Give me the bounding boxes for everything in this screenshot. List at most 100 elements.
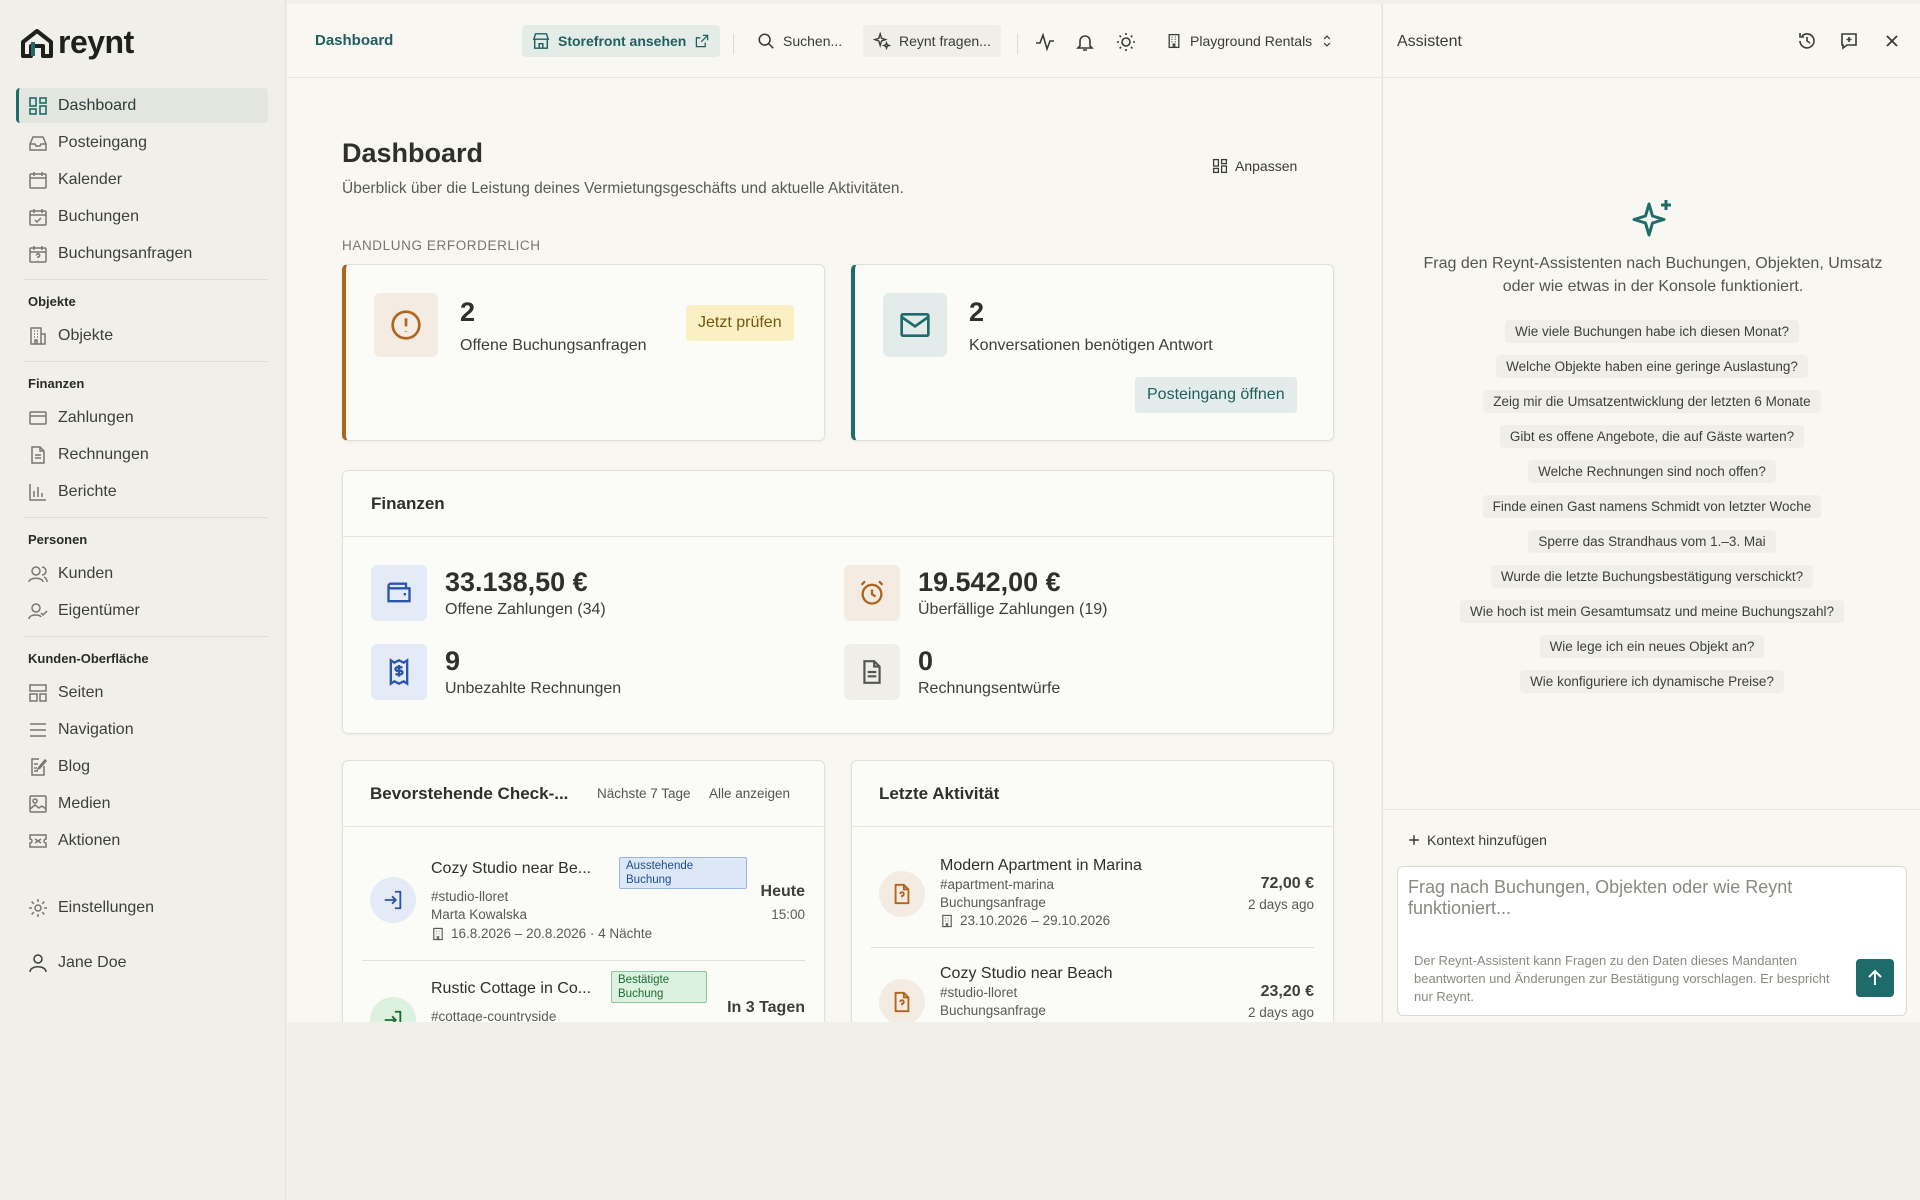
suggestion-chip[interactable]: Sperre das Strandhaus vom 1.–3. Mai [1528,530,1776,553]
customize-label: Anpassen [1235,158,1298,174]
sidebar-item-bookings[interactable]: Buchungen [16,199,268,234]
sidebar-item-navigation[interactable]: Navigation [16,712,268,747]
gear-icon [29,898,47,917]
dashboard-grid-icon [29,96,47,115]
divider [24,279,268,280]
stay-dates: 23.10.2026 – 29.10.2026 [960,913,1111,928]
checkin-icon-box [370,877,416,923]
show-all-link[interactable]: Alle anzeigen [709,786,790,801]
sidebar-item-booking-requests[interactable]: Buchungsanfragen [16,236,268,271]
checkin-row[interactable]: Cozy Studio near Be... #studio-lloret Ma… [362,857,805,967]
nav-section-surface: Kunden-Oberfläche [28,650,149,666]
sparkle-icon [1632,200,1671,237]
sidebar-item-promotions[interactable]: Aktionen [16,823,268,858]
sun-icon[interactable] [1116,32,1136,52]
sidebar-item-calendar[interactable]: Kalender [16,162,268,197]
assistant-input[interactable] [1408,877,1828,933]
suggestion-chip[interactable]: Wie hoch ist mein Gesamtumsatz und meine… [1460,600,1844,623]
sidebar-item-owners[interactable]: Eigentümer [16,593,268,628]
file-question-icon [894,883,910,905]
suggestion-chip[interactable]: Wurde die letzte Buchungsbestätigung ver… [1490,565,1814,588]
plus-icon [1409,835,1419,845]
stay-dates: 16.8.2026 – 20.8.2026 · 4 Nächte [451,926,653,941]
sidebar-item-label: Dashboard [58,96,137,114]
sidebar-item-reports[interactable]: Berichte [16,474,268,509]
suggestion-chip[interactable]: Gibt es offene Angebote, die auf Gäste w… [1499,425,1805,448]
assistant-disclaimer: Der Reynt-Assistent kann Fragen zu den D… [1414,953,1830,1004]
nav-section-objects: Objekte [28,293,76,309]
history-icon[interactable] [1797,31,1817,51]
divider [24,361,268,362]
ask-reynt-button[interactable]: Reynt fragen... [863,25,1001,57]
sidebar-item-label: Aktionen [58,831,121,849]
divider [852,826,1333,827]
sidebar-item-invoices[interactable]: Rechnungen [16,437,268,472]
tenant-switcher[interactable]: Playground Rentals [1156,25,1344,57]
menu-icon [30,722,46,737]
layout-grid-icon [1212,158,1228,174]
suggestion-chip[interactable]: Welche Objekte haben eine geringe Auslas… [1496,355,1808,378]
storefront-label: Storefront ansehen [558,33,687,49]
sidebar-item-label: Navigation [58,720,134,738]
new-chat-icon[interactable] [1839,31,1859,51]
activity-type: Buchungsanfrage [940,895,1046,910]
activity-row[interactable]: Cozy Studio near Beach #studio-lloret Bu… [871,965,1314,1022]
close-icon[interactable] [1882,31,1902,51]
open-inbox-button[interactable]: Posteingang öffnen [1135,377,1297,413]
calendar-check-icon [29,208,47,226]
breadcrumb[interactable]: Dashboard [315,32,393,49]
bell-icon[interactable] [1075,32,1095,52]
search-button[interactable]: Suchen... [747,25,852,57]
nav-section-people: Personen [28,531,88,547]
send-button[interactable] [1856,959,1894,997]
sidebar-item-inbox[interactable]: Posteingang [16,125,268,160]
suggestion-chip[interactable]: Wie lege ich ein neues Objekt an? [1539,635,1765,658]
sidebar-item-payments[interactable]: Zahlungen [16,400,268,435]
sidebar-item-pages[interactable]: Seiten [16,675,268,710]
row-divider [871,947,1314,948]
alert-label: Offene Buchungsanfragen [460,337,647,354]
add-context-button[interactable]: Kontext hinzufügen [1407,832,1547,848]
login-arrow-icon [384,890,402,910]
review-now-button[interactable]: Jetzt prüfen [686,305,794,341]
storefront-button[interactable]: Storefront ansehen [522,25,721,57]
sidebar-nav: Dashboard Posteingang Kalender Buchungen… [16,88,268,982]
suggestion-chip[interactable]: Welche Rechnungen sind noch offen? [1528,460,1776,483]
checkin-row[interactable]: Rustic Cottage in Co... #cottage-country… [362,971,805,1022]
activity-icon[interactable] [1035,32,1055,52]
sidebar-item-blog[interactable]: Blog [16,749,268,784]
sidebar-item-label: Berichte [58,482,117,500]
assistant-title: Assistent [1397,33,1462,50]
divider [733,34,734,54]
reynt-logo[interactable]: reynt [20,24,134,61]
activity-row[interactable]: Modern Apartment in Marina #apartment-ma… [871,857,1314,957]
sidebar-item-label: Kunden [58,564,114,582]
suggestion-chip[interactable]: Zeig mir die Umsatzentwicklung der letzt… [1483,390,1821,413]
checkin-icon-box [370,997,416,1022]
finance-card-title: Finanzen [343,471,1333,537]
suggestion-item: Wie viele Buchungen habe ich diesen Mona… [1383,320,1920,343]
alert-count: 2 [969,297,985,327]
suggestion-chip[interactable]: Wie konfiguriere ich dynamische Preise? [1520,670,1784,693]
finance-value: 33.138,50 € [445,567,588,597]
alarm-clock-icon [860,580,884,605]
calendar-icon [29,171,47,189]
suggestion-chip[interactable]: Wie viele Buchungen habe ich diesen Mona… [1505,320,1799,343]
icon-box [844,565,900,621]
sidebar-item-settings[interactable]: Einstellungen [16,890,268,925]
sidebar: reynt Dashboard Posteingang Kalender Buc… [0,0,286,1200]
sidebar-item-customers[interactable]: Kunden [16,556,268,591]
nav-section-finance: Finanzen [28,375,85,391]
assistant-input-box: Der Reynt-Assistent kann Fragen zu den D… [1397,866,1907,1016]
edit-document-icon [31,757,48,776]
customize-button[interactable]: Anpassen [1212,158,1297,174]
alert-icon-box [374,293,438,357]
suggestion-item: Wie hoch ist mein Gesamtumsatz und meine… [1383,600,1920,623]
sidebar-item-user[interactable]: Jane Doe [16,945,268,980]
suggestion-chip[interactable]: Finde einen Gast namens Schmidt von letz… [1482,495,1822,518]
sidebar-item-objects[interactable]: Objekte [16,318,268,353]
sidebar-item-media[interactable]: Medien [16,786,268,821]
search-icon [758,33,774,49]
range-filter[interactable]: Nächste 7 Tage [597,786,691,801]
sidebar-item-dashboard[interactable]: Dashboard [16,88,268,123]
